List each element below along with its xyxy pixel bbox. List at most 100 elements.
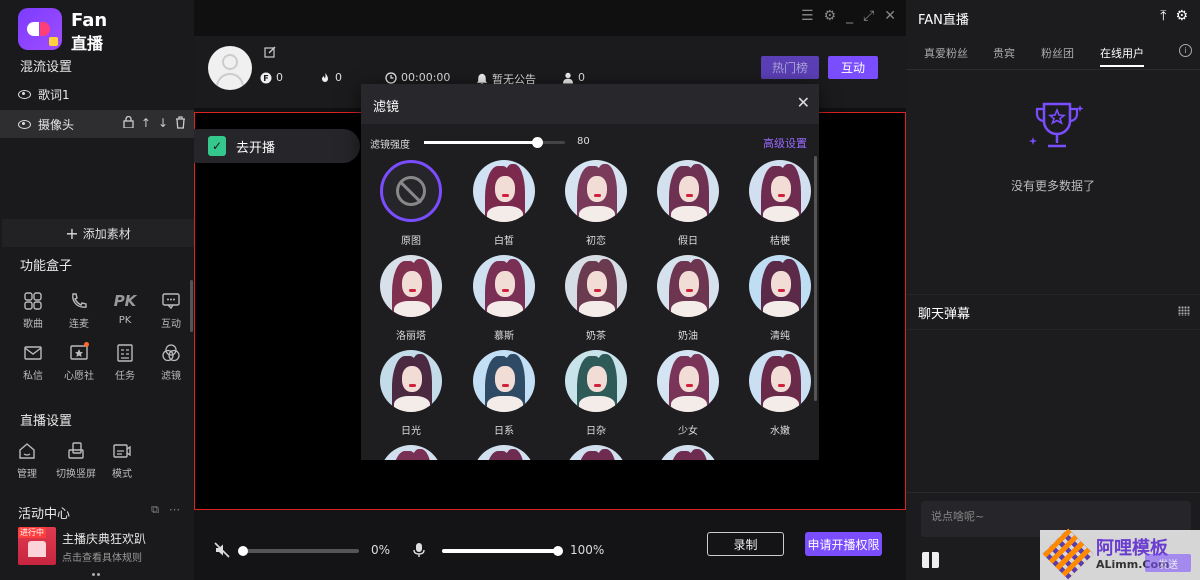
filter-option[interactable]: 日系 [458,350,550,445]
live-rotate-button[interactable]: 切换竖屏 [50,440,102,484]
info-icon[interactable]: i [1179,44,1192,57]
close-icon[interactable]: ✕ [797,93,810,112]
slider-handle[interactable] [553,546,563,556]
speaker-volume-slider[interactable] [238,546,359,556]
filter-option[interactable]: 少女 [642,350,734,445]
tab-true-fans[interactable]: 真爱粉丝 [924,45,968,61]
apply-live-permission-button[interactable]: 申请开播权限 [805,532,882,556]
filter-label: 奶油 [678,331,698,342]
filter-option[interactable]: 奶油 [642,255,734,350]
filter-option[interactable]: 清纯 [734,255,819,350]
filter-option[interactable] [642,445,734,460]
intensity-slider[interactable] [424,137,565,148]
filter-option[interactable]: 日光 [365,350,457,445]
tab-vip[interactable]: 贵宾 [993,45,1015,61]
layer-label: 摄像头 [38,117,75,132]
avatar[interactable] [208,46,252,90]
more-icon[interactable]: ⋯ [169,503,180,517]
filter-option[interactable]: 奶茶 [550,255,642,350]
menu-icon[interactable]: ☰ [801,8,814,24]
filter-option[interactable] [365,445,457,460]
func-filter-button[interactable]: 滤镜 [148,342,194,386]
live-mode-button[interactable]: 模式 [102,440,142,484]
close-icon[interactable]: ✕ [884,8,896,24]
gift-icon[interactable] [922,552,939,568]
layer-camera[interactable]: 摄像头 ↑ ↓ [0,110,194,138]
lock-icon[interactable] [123,115,134,132]
eye-icon[interactable] [18,119,31,129]
tab-online-users[interactable]: 在线用户 [1100,45,1144,67]
go-live-button[interactable]: ✓ 去开播 [194,129,360,163]
hot-list-button[interactable]: 热门榜 [761,56,819,79]
activity-thumbnail[interactable]: 进行中 [18,527,56,565]
filter-option[interactable]: 桔梗 [734,160,819,255]
minimize-icon[interactable]: _ [846,8,853,24]
pin-top-icon[interactable]: ⤒ [1160,8,1166,24]
slider-handle[interactable] [531,137,543,148]
filter-label: 桔梗 [770,236,790,247]
divider [906,329,1200,330]
slider-fill [424,141,537,144]
activity-window-icon[interactable]: ⧉ [151,503,159,517]
right-panel: FAN直播 ⤒ ⚙ 真爱粉丝 贵宾 粉丝团 在线用户 i 没有更多数据了 聊天弹… [906,0,1200,580]
filter-option[interactable]: 洛丽塔 [365,255,457,350]
filter-option[interactable]: 水嫩 [734,350,819,445]
filter-preview-thumbnail [473,445,535,460]
send-button[interactable]: 发送 [1145,554,1191,572]
filter-dialog: 滤镜 ✕ 滤镜强度 80 高级设置 原图 白皙 初恋 假日 桔梗 洛丽塔 慕斯 奶茶 奶油 清纯日… [361,84,819,460]
func-song-button[interactable]: 歌曲 [10,290,56,334]
maximize-icon[interactable]: ⤢ [863,8,874,24]
filter-option[interactable]: 假日 [642,160,734,255]
activity-name[interactable]: 主播庆典狂欢趴 [62,530,146,547]
filter-option[interactable]: 日杂 [550,350,642,445]
duration-stat: 00:00:00 [385,71,450,84]
filter-preview-thumbnail [749,160,811,222]
function-box-title: 功能盒子 [20,259,73,274]
activity-pager[interactable] [92,573,100,576]
mic-volume-slider[interactable] [442,546,563,556]
live-manage-button[interactable]: 管理 [4,440,50,484]
brand-subtitle: 直播 [71,34,104,53]
fire-value: 0 [335,71,342,84]
advanced-settings-link[interactable]: 高级设置 [763,135,807,151]
edit-icon[interactable] [264,46,276,61]
dialog-title: 滤镜 [373,100,400,115]
filter-preview-thumbnail [657,445,719,460]
user-icon [562,72,574,84]
func-message-button[interactable]: 私信 [10,342,56,386]
tab-fan-club[interactable]: 粉丝团 [1041,45,1074,61]
slider-handle[interactable] [238,546,248,556]
record-button[interactable]: 录制 [707,532,784,556]
left-scrollbar[interactable] [190,280,193,332]
filter-option[interactable]: 白皙 [458,160,550,255]
drag-handle-icon[interactable] [1178,306,1190,316]
activity-tools: ⧉ ⋯ [151,503,180,517]
filter-label: 假日 [678,236,698,247]
speaker-muted-icon[interactable] [214,542,230,562]
func-wish-button[interactable]: 心愿社 [56,342,102,386]
filter-option[interactable] [550,445,642,460]
eye-icon[interactable] [18,89,31,99]
trash-icon[interactable] [175,116,186,132]
layer-lyrics[interactable]: 歌词1 [0,80,194,108]
filter-option[interactable]: 初恋 [550,160,642,255]
filter-option-original[interactable]: 原图 [365,160,457,255]
mode-icon [110,440,134,462]
gear-icon[interactable]: ⚙ [1175,8,1188,24]
chat-section-title: 聊天弹幕 [918,307,971,322]
activity-description[interactable]: 点击查看具体规则 [62,549,142,564]
func-interact-button[interactable]: 互动 [148,290,194,334]
func-pk-button[interactable]: PK PK [102,290,148,334]
microphone-icon[interactable] [412,542,426,562]
filter-option[interactable] [458,445,550,460]
add-material-button[interactable]: + 添加素材 [2,219,194,247]
gear-icon[interactable]: ⚙ [824,8,837,24]
func-connect-button[interactable]: 连麦 [56,290,102,334]
filter-option[interactable]: 慕斯 [458,255,550,350]
app-logo [18,8,62,50]
move-down-icon[interactable]: ↓ [158,116,168,132]
viewer-value: 0 [578,71,585,84]
interact-button[interactable]: 互动 [828,56,878,79]
move-up-icon[interactable]: ↑ [141,116,151,132]
func-task-button[interactable]: 任务 [102,342,148,386]
